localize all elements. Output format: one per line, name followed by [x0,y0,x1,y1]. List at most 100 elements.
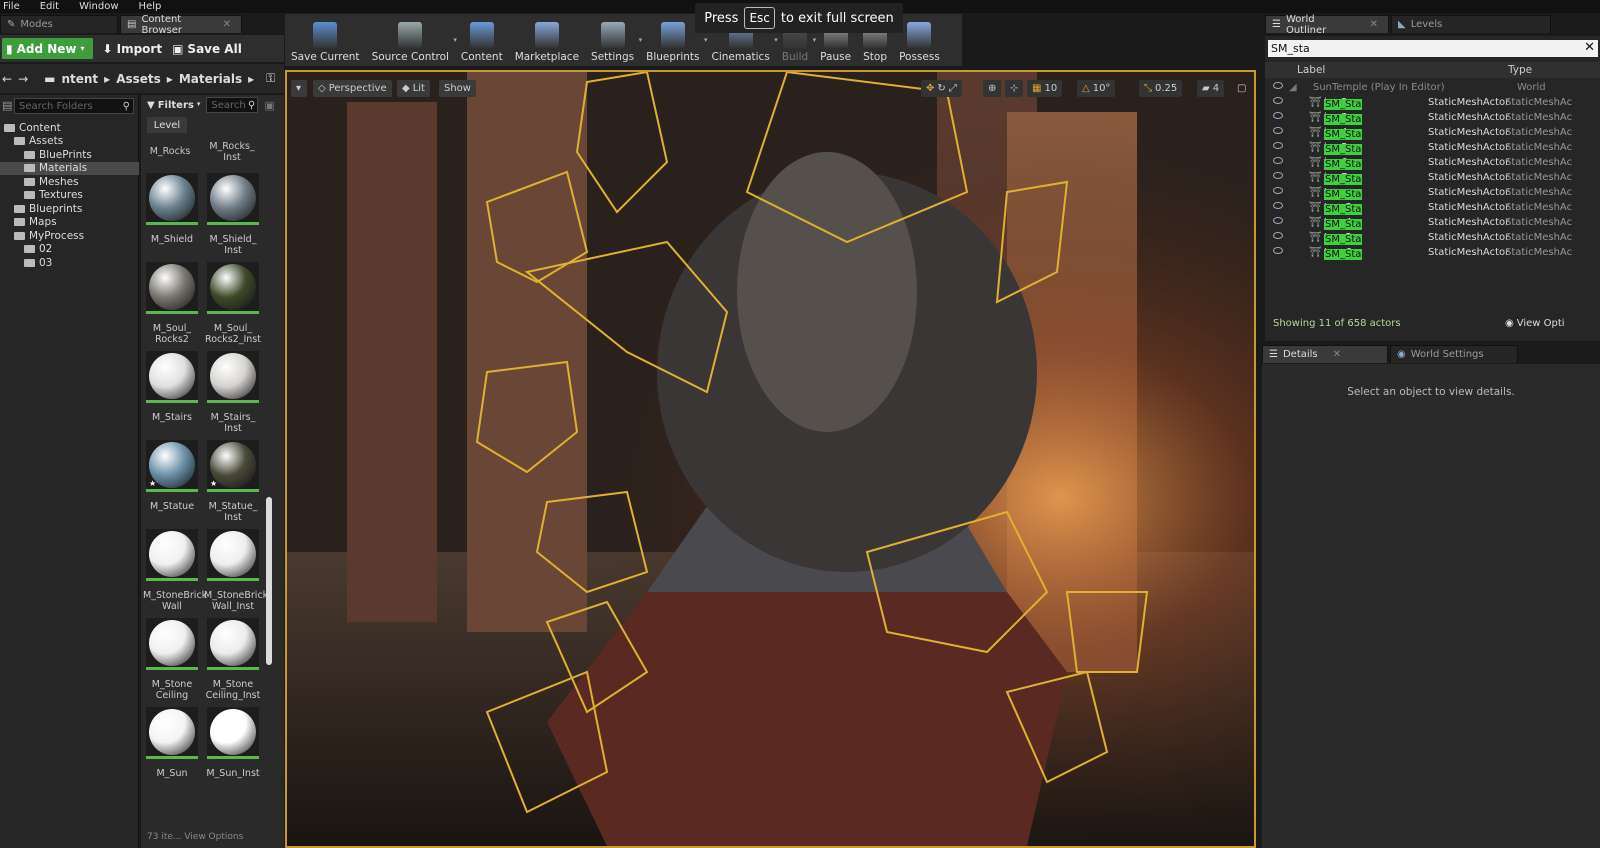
folder-tree-item[interactable]: Content [0,121,139,135]
grid-snap-control[interactable]: ▦ 10 [1027,80,1063,97]
folder-tree-item[interactable]: Textures [0,189,139,203]
settings-icon[interactable]: ▣ [264,99,274,112]
clear-search-icon[interactable]: ✕ [1584,40,1595,55]
asset-scrollbar[interactable] [266,497,272,665]
eye-icon[interactable] [1273,127,1283,134]
menu-item-edit[interactable]: Edit [40,1,59,12]
coordinate-space-button[interactable]: ⊕ [983,80,1002,97]
outliner-row[interactable]: ⛩SM_Stairs_7 StaticMeshActorStaticMeshAc [1265,170,1600,185]
menu-item-window[interactable]: Window [79,1,118,12]
eye-icon[interactable] [1273,202,1283,209]
view-options-button[interactable]: ◉ View Opti [1505,318,1565,329]
asset-tile[interactable]: M_Stone Ceiling [143,618,201,701]
path-segment-content[interactable]: ntent [61,72,98,86]
folder-tree-item[interactable]: Materials [0,161,139,175]
close-icon[interactable]: ✕ [223,19,231,30]
outliner-row[interactable]: ⛩SM_Statue_6 StaticMeshActorStaticMeshAc [1265,245,1600,260]
folder-tree-item[interactable]: Meshes [0,175,139,189]
folder-tree-item[interactable]: Assets [0,135,139,149]
outliner-row[interactable]: ⛩SM_Stairs_4 StaticMeshActorStaticMeshAc [1265,125,1600,140]
tab-world-settings[interactable]: ◉ World Settings [1390,345,1518,363]
search-folders-input[interactable]: Search Folders ⚲ [14,98,134,114]
viewport-options-button[interactable]: ▾ [291,80,307,97]
outliner-row[interactable]: ⛩SM_Stairs_5 StaticMeshActorStaticMeshAc [1265,140,1600,155]
import-button[interactable]: ⬇ Import [103,42,163,56]
eye-icon[interactable] [1273,82,1283,89]
eye-icon[interactable] [1273,217,1283,224]
tab-details[interactable]: ☰ Details ✕ [1262,345,1388,363]
lit-button[interactable]: ◆ Lit [397,80,430,97]
scale-icon[interactable]: ⤢ [949,83,957,94]
maximize-icon[interactable]: ▢ [1237,80,1246,97]
column-type[interactable]: Type [1508,64,1532,76]
asset-tile[interactable]: M_Sun [143,707,201,779]
settings-button[interactable]: Settings ▾ [585,14,642,63]
asset-tile[interactable]: M_Stairs_ Inst [204,351,262,434]
eye-icon[interactable] [1273,142,1283,149]
tab-content-browser[interactable]: ▤ Content Browser ✕ [120,14,242,36]
back-arrow-icon[interactable]: ← [2,72,12,86]
outliner-row[interactable]: ⛩SM_Stairs_2 StaticMeshActorStaticMeshAc [1265,95,1600,110]
surface-snap-button[interactable]: ⊹ [1005,80,1024,97]
camera-speed-control[interactable]: ▰ 4 [1197,80,1225,97]
forward-arrow-icon[interactable]: → [18,72,28,86]
eye-icon[interactable] [1273,187,1283,194]
perspective-button[interactable]: ◇ Perspective [313,80,392,97]
asset-tile[interactable]: M_Soul_ Rocks2_Inst [204,262,262,345]
asset-tile[interactable]: M_StoneBrick Wall_Inst [204,529,268,612]
outliner-row[interactable]: ⛩SM_Statue_3 StaticMeshActorStaticMeshAc [1265,200,1600,215]
eye-icon[interactable] [1273,157,1283,164]
asset-tile[interactable]: M_Sun_Inst [204,707,262,779]
asset-count-footer[interactable]: 73 ite... View Options [147,832,243,842]
close-icon[interactable]: ✕ [1333,349,1341,360]
asset-tile[interactable]: M_StoneBrick Wall [143,529,207,612]
folder-tree-item[interactable]: Maps [0,216,139,230]
eye-icon[interactable] [1273,247,1283,254]
folder-tree-item[interactable]: Blueprints [0,202,139,216]
save-button[interactable]: Save Current [285,14,366,63]
level-viewport[interactable]: ▾ ◇ Perspective ◆ Lit Show ✥ ↻ ⤢ ⊕ ⊹ ▦ 1… [285,70,1256,848]
tab-modes[interactable]: ✎ Modes [0,15,118,33]
column-label[interactable]: Label [1297,64,1325,76]
eye-icon[interactable] [1273,172,1283,179]
path-segment-materials[interactable]: Materials [179,72,242,86]
move-icon[interactable]: ✥ [926,83,934,94]
eye-icon[interactable] [1273,112,1283,119]
asset-tile[interactable]: ★ M_Statue_ Inst [204,440,262,523]
outliner-world-row[interactable]: ◢ SunTemple (Play In Editor) World [1265,80,1600,95]
content-button[interactable]: Content [455,14,509,63]
transform-tools[interactable]: ✥ ↻ ⤢ [921,80,962,97]
outliner-row[interactable]: ⛩SM_Stairs_6 StaticMeshActorStaticMeshAc [1265,155,1600,170]
save-all-button[interactable]: ▣ Save All [172,42,242,56]
marketplace-button[interactable]: Marketplace [509,14,585,63]
asset-tile[interactable]: M_Stone Ceiling_Inst [204,618,262,701]
filters-button[interactable]: ▼ Filters ▾ [147,100,200,111]
scale-snap-control[interactable]: ⤡ 0.25 [1139,80,1183,97]
asset-tile[interactable]: M_Shield [143,173,201,245]
level-filter-chip[interactable]: Level [147,117,187,133]
source-control-button[interactable]: Source Control ▾ [366,14,457,63]
eye-icon[interactable] [1273,232,1283,239]
rotation-snap-control[interactable]: △ 10° [1077,80,1116,97]
tab-levels[interactable]: ◣ Levels [1391,15,1551,33]
tab-world-outliner[interactable]: ☰ World Outliner ✕ [1265,14,1389,36]
folder-tree-item[interactable]: BluePrints [0,148,139,162]
folder-tree-item[interactable]: 02 [0,243,139,257]
outliner-row[interactable]: ⛩SM_Statue_4 StaticMeshActorStaticMeshAc [1265,215,1600,230]
show-button[interactable]: Show [439,80,476,97]
rotate-icon[interactable]: ↻ [937,83,945,94]
folder-tree-item[interactable]: MyProcess [0,229,139,243]
menu-item-help[interactable]: Help [139,1,162,12]
eye-icon[interactable] [1273,97,1283,104]
add-new-button[interactable]: ▮ Add New ▾ [2,38,93,59]
lock-icon[interactable]: ⚿ [266,71,275,86]
outliner-row[interactable]: ⛩SM_Statue StaticMeshActorStaticMeshAc [1265,185,1600,200]
asset-tile[interactable]: M_Stairs [143,351,201,423]
expand-icon[interactable]: ◢ [1289,82,1297,93]
outliner-search-input[interactable]: SM_sta ✕ [1268,40,1598,57]
sources-toggle-icon[interactable]: ▤ [2,99,12,112]
close-icon[interactable]: ✕ [1370,19,1378,30]
esc-key[interactable]: Esc [744,7,775,29]
outliner-row[interactable]: ⛩SM_Statue_5 StaticMeshActorStaticMeshAc [1265,230,1600,245]
menu-item-file[interactable]: File [3,1,20,12]
